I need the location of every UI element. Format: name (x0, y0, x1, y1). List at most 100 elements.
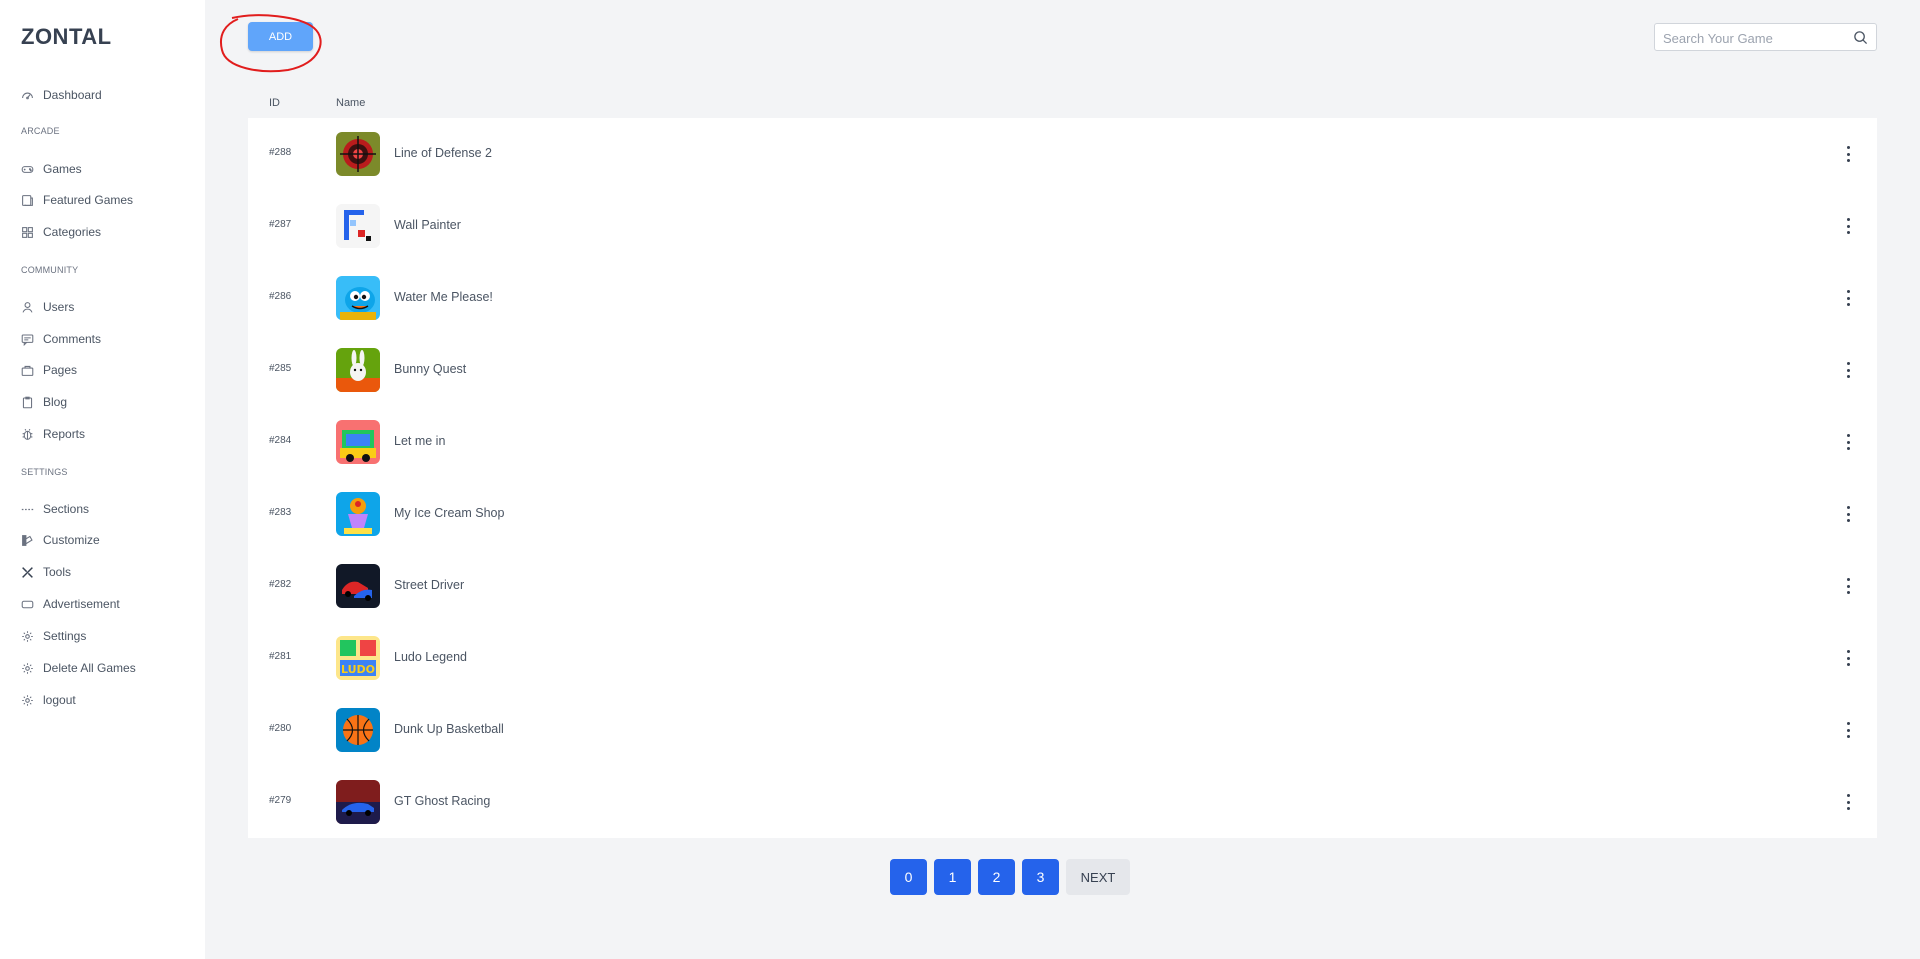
game-name: Water Me Please! (394, 290, 493, 304)
page-button-1[interactable]: 1 (934, 859, 971, 895)
sidebar-item-label: Featured Games (43, 193, 134, 207)
table-row: #286 Water Me Please! (248, 262, 1877, 334)
sidebar-item-sections[interactable]: Sections (21, 500, 89, 518)
game-thumbnail: LUDO (336, 636, 380, 680)
sidebar-item-dashboard[interactable]: Dashboard (21, 86, 102, 104)
game-id: #280 (269, 723, 292, 734)
section-label-settings: SETTINGS (21, 467, 68, 477)
row-menu-icon[interactable] (1845, 218, 1851, 234)
game-name: Ludo Legend (394, 650, 467, 664)
row-menu-icon[interactable] (1845, 362, 1851, 378)
gear-icon (21, 630, 34, 643)
sidebar-item-pages[interactable]: Pages (21, 361, 77, 379)
next-page-button[interactable]: NEXT (1066, 859, 1130, 895)
game-thumbnail (336, 276, 380, 320)
search-box (1654, 23, 1877, 51)
table-row: #279 GT Ghost Racing (248, 766, 1877, 838)
row-menu-icon[interactable] (1845, 578, 1851, 594)
game-id: #286 (269, 291, 292, 302)
sidebar-item-label: Delete All Games (43, 661, 136, 675)
sidebar-item-label: Games (43, 162, 82, 176)
game-thumbnail (336, 780, 380, 824)
row-menu-icon[interactable] (1845, 794, 1851, 810)
pages-icon (21, 364, 34, 377)
add-button[interactable]: ADD (248, 22, 313, 51)
table-row: #285 Bunny Quest (248, 334, 1877, 406)
tools-icon (21, 566, 34, 579)
game-thumbnail (336, 204, 380, 248)
game-id: #287 (269, 219, 292, 230)
user-icon (21, 301, 34, 314)
sidebar-item-label: Reports (43, 427, 86, 441)
sidebar-item-advertisement[interactable]: Advertisement (21, 595, 120, 613)
game-name: Wall Painter (394, 218, 461, 232)
bug-icon (21, 428, 34, 441)
table-row: #282 Street Driver (248, 550, 1877, 622)
sidebar-item-categories[interactable]: Categories (21, 223, 101, 241)
sidebar-item-label: Dashboard (43, 88, 102, 102)
game-id: #281 (269, 651, 292, 662)
game-name: Dunk Up Basketball (394, 722, 504, 736)
column-header-id: ID (269, 97, 280, 109)
game-name: GT Ghost Racing (394, 794, 491, 808)
game-thumbnail (336, 420, 380, 464)
row-menu-icon[interactable] (1845, 290, 1851, 306)
customize-icon (21, 534, 34, 547)
search-icon[interactable] (1853, 30, 1868, 45)
ad-icon (21, 598, 34, 611)
game-name: Line of Defense 2 (394, 146, 492, 160)
page-button-3[interactable]: 3 (1022, 859, 1059, 895)
game-name: Let me in (394, 434, 446, 448)
table-row: #280 Dunk Up Basketball (248, 694, 1877, 766)
sidebar-item-games[interactable]: Games (21, 160, 82, 178)
sidebar-item-tools[interactable]: Tools (21, 563, 71, 581)
sidebar-item-label: Blog (43, 395, 68, 409)
game-thumbnail (336, 564, 380, 608)
games-table: #288 Line of Defense 2 #287 Wall Painter… (248, 118, 1877, 838)
sidebar-item-label: Settings (43, 629, 87, 643)
sidebar-item-label: Categories (43, 225, 102, 239)
sidebar: ZONTAL Dashboard ARCADE Games Featured G… (0, 0, 205, 959)
game-id: #288 (269, 147, 292, 158)
game-id: #282 (269, 579, 292, 590)
sidebar-item-settings[interactable]: Settings (21, 627, 86, 645)
page-button-0[interactable]: 0 (890, 859, 927, 895)
page-button-2[interactable]: 2 (978, 859, 1015, 895)
column-header-name: Name (336, 97, 366, 109)
sidebar-item-comments[interactable]: Comments (21, 330, 101, 348)
sections-icon (21, 503, 34, 516)
row-menu-icon[interactable] (1845, 146, 1851, 162)
table-row: #281 LUDO Ludo Legend (248, 622, 1877, 694)
clipboard-icon (21, 396, 34, 409)
row-menu-icon[interactable] (1845, 506, 1851, 522)
game-id: #279 (269, 795, 292, 806)
row-menu-icon[interactable] (1845, 722, 1851, 738)
section-label-community: COMMUNITY (21, 265, 79, 275)
game-thumbnail (336, 348, 380, 392)
sidebar-item-blog[interactable]: Blog (21, 393, 67, 411)
pagination: 0 1 2 3 NEXT (890, 859, 1130, 895)
row-menu-icon[interactable] (1845, 650, 1851, 666)
sidebar-item-label: Tools (43, 565, 72, 579)
sidebar-item-label: Comments (43, 332, 102, 346)
grid-icon (21, 226, 34, 239)
sidebar-item-label: Users (43, 300, 75, 314)
section-label-arcade: ARCADE (21, 126, 60, 136)
sidebar-item-label: logout (43, 693, 76, 707)
game-name: Bunny Quest (394, 362, 467, 376)
game-id: #284 (269, 435, 292, 446)
game-thumbnail (336, 492, 380, 536)
sidebar-item-delete-all-games[interactable]: Delete All Games (21, 659, 136, 677)
row-menu-icon[interactable] (1845, 434, 1851, 450)
sidebar-item-logout[interactable]: logout (21, 691, 76, 709)
sidebar-item-reports[interactable]: Reports (21, 425, 85, 443)
sidebar-item-customize[interactable]: Customize (21, 531, 100, 549)
game-name: My Ice Cream Shop (394, 506, 505, 520)
sidebar-item-users[interactable]: Users (21, 298, 74, 316)
sidebar-item-label: Customize (43, 533, 100, 547)
brand-logo: ZONTAL (21, 24, 112, 49)
featured-icon (21, 194, 34, 207)
sidebar-item-featured-games[interactable]: Featured Games (21, 191, 133, 209)
search-input[interactable] (1663, 28, 1843, 48)
gamepad-icon (21, 163, 34, 176)
